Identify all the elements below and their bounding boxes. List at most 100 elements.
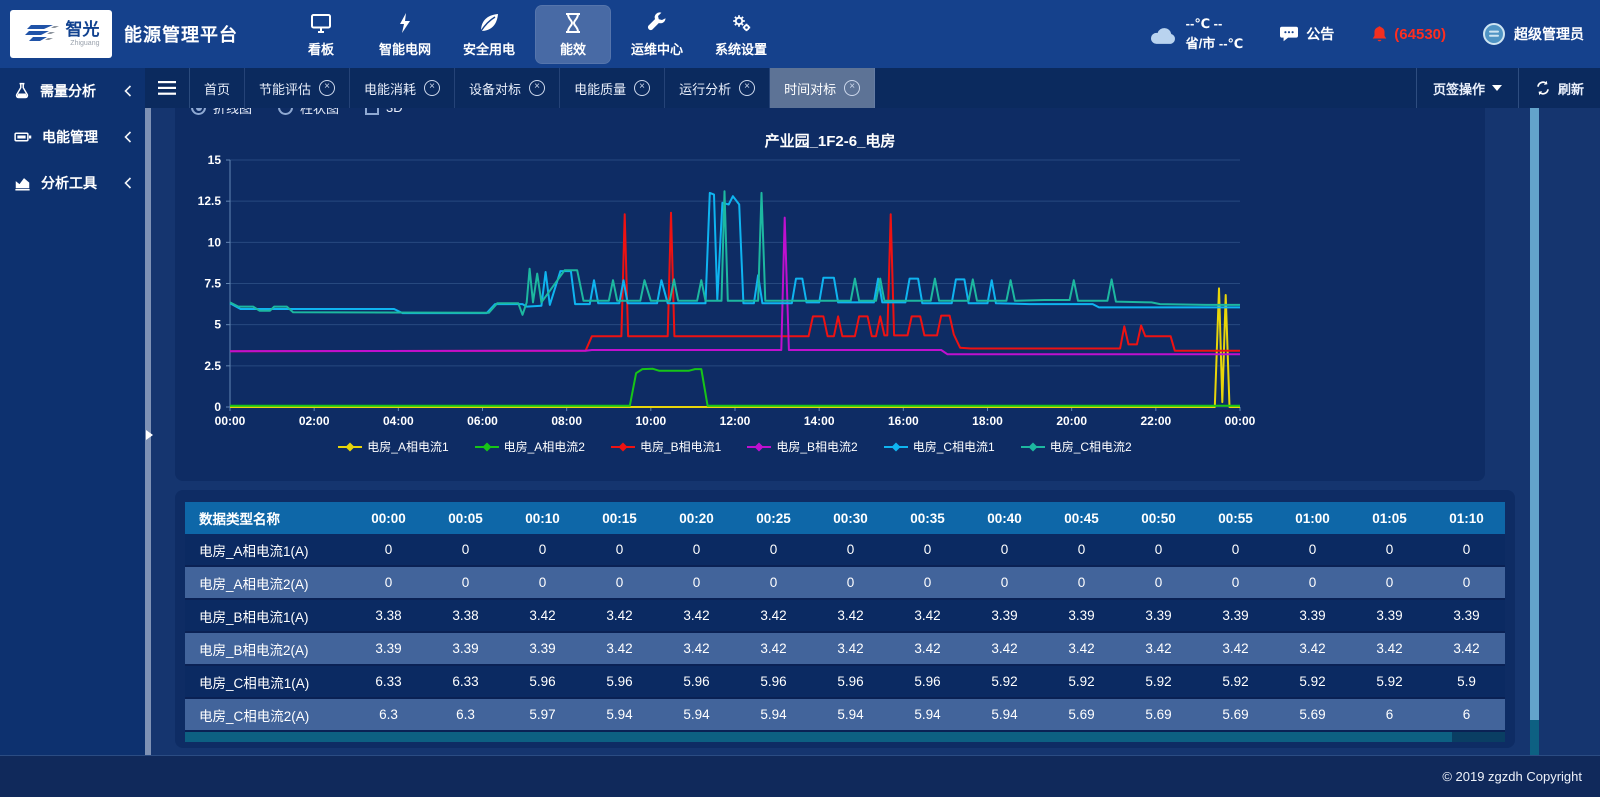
table-cell: 0 (427, 534, 504, 566)
table-cell: 5.94 (966, 698, 1043, 731)
svg-text:7.5: 7.5 (204, 277, 221, 291)
table-cell: 3.39 (1043, 599, 1120, 632)
hamburger-menu-icon[interactable] (145, 68, 190, 108)
leaf-icon (477, 11, 501, 35)
sidebar-item-power-management[interactable]: 电能管理 (0, 114, 145, 160)
svg-text:12.5: 12.5 (198, 194, 222, 208)
hourglass-icon (561, 11, 585, 35)
chevron-down-icon (1492, 85, 1502, 91)
table-cell: 6.33 (350, 665, 427, 698)
table-header-cell: 00:00 (350, 502, 427, 534)
legend-label: 电房_A相电流2 (504, 438, 585, 455)
chart-panel: 折线图 柱状图 3D 产业园_1F2-6_电房 02.557.51012.515… (175, 108, 1485, 481)
horizontal-scrollbar-thumb[interactable] (185, 732, 1452, 742)
main-nav: 看板 智能电网 安全用电 能效 (284, 6, 778, 63)
refresh-button[interactable]: 刷新 (1518, 68, 1600, 108)
nav-item-system-settings[interactable]: 系统设置 (704, 6, 778, 63)
table-header-cell: 01:10 (1428, 502, 1505, 534)
legend-marker-icon (611, 442, 635, 452)
svg-text:16:00: 16:00 (888, 414, 919, 428)
area-chart-icon (13, 174, 32, 192)
table-cell: 0 (735, 534, 812, 566)
row-label: 电房_A相电流2(A) (185, 566, 350, 599)
table-cell: 0 (966, 566, 1043, 599)
legend-item[interactable]: 电房_A相电流1 (338, 438, 448, 455)
user-name: 超级管理员 (1514, 24, 1584, 44)
vertical-scrollbar-thumb[interactable] (1530, 108, 1539, 720)
close-icon[interactable]: × (739, 80, 755, 96)
vertical-scrollbar[interactable] (1530, 108, 1539, 755)
collapse-arrow-icon[interactable] (146, 430, 153, 440)
svg-text:04:00: 04:00 (383, 414, 414, 428)
tab-operations-dropdown[interactable]: 页签操作 (1416, 68, 1518, 108)
tab-power-quality[interactable]: 电能质量 × (560, 68, 665, 108)
table-cell: 5.94 (889, 698, 966, 731)
legend-marker-icon (1021, 442, 1045, 452)
nav-item-energy-efficiency[interactable]: 能效 (536, 6, 610, 63)
table-cell: 0 (581, 566, 658, 599)
legend-item[interactable]: 电房_A相电流2 (475, 438, 585, 455)
close-icon[interactable]: × (319, 80, 335, 96)
tab-operation-analysis[interactable]: 运行分析 × (665, 68, 770, 108)
legend-marker-icon (475, 442, 499, 452)
legend-item[interactable]: 电房_C相电流1 (884, 438, 995, 455)
tab-home[interactable]: 首页 (190, 68, 245, 108)
sidebar-collapse-strip[interactable] (145, 108, 151, 755)
tab-energy-saving-eval[interactable]: 节能评估 × (245, 68, 350, 108)
legend-item[interactable]: 电房_B相电流1 (611, 438, 721, 455)
sidebar-item-demand-analysis[interactable]: 需量分析 (0, 68, 145, 114)
table-cell: 0 (504, 534, 581, 566)
announcement-button[interactable]: 公告 (1279, 24, 1334, 44)
tab-power-consumption[interactable]: 电能消耗 × (350, 68, 455, 108)
nav-item-ops-center[interactable]: 运维中心 (620, 6, 694, 63)
bell-icon (1370, 24, 1389, 45)
close-icon[interactable]: × (529, 80, 545, 96)
tabbar-actions: 页签操作 刷新 (1416, 68, 1600, 108)
legend-item[interactable]: 电房_B相电流2 (747, 438, 857, 455)
svg-text:02:00: 02:00 (299, 414, 330, 428)
alerts-button[interactable]: (64530) (1370, 24, 1446, 45)
legend-label: 电房_C相电流1 (913, 438, 995, 455)
table-cell: 0 (1197, 534, 1274, 566)
table-cell: 0 (1428, 566, 1505, 599)
radio-bar-chart[interactable]: 柱状图 (278, 108, 339, 117)
radio-line-chart[interactable]: 折线图 (191, 108, 252, 117)
legend-marker-icon (747, 442, 771, 452)
table-header-cell: 00:30 (812, 502, 889, 534)
nav-item-dashboard[interactable]: 看板 (284, 6, 358, 63)
chart-type-controls: 折线图 柱状图 3D (191, 108, 403, 117)
table-cell: 3.42 (658, 599, 735, 632)
table-cell: 6.33 (427, 665, 504, 698)
checkbox-3d[interactable]: 3D (365, 108, 403, 115)
avatar (1482, 22, 1506, 46)
table-cell: 3.39 (1197, 599, 1274, 632)
close-icon[interactable]: × (844, 80, 860, 96)
nav-item-smart-grid[interactable]: 智能电网 (368, 6, 442, 63)
horizontal-scrollbar[interactable] (185, 732, 1505, 742)
legend-item[interactable]: 电房_C相电流2 (1021, 438, 1132, 455)
table-cell: 5.69 (1274, 698, 1351, 731)
table-cell: 3.42 (812, 599, 889, 632)
sidebar-item-analysis-tools[interactable]: 分析工具 (0, 160, 145, 206)
legend-marker-icon (338, 442, 362, 452)
footer: © 2019 zgzdh Copyright (0, 755, 1600, 797)
nav-item-safe-power[interactable]: 安全用电 (452, 6, 526, 63)
table-cell: 3.42 (1120, 632, 1197, 665)
table-cell: 3.42 (581, 599, 658, 632)
close-icon[interactable]: × (634, 80, 650, 96)
table-cell: 3.39 (1274, 599, 1351, 632)
row-label: 电房_A相电流1(A) (185, 534, 350, 566)
table-header-cell: 01:05 (1351, 502, 1428, 534)
table-cell: 3.42 (889, 599, 966, 632)
brand-name: 智光 (66, 21, 100, 38)
legend-label: 电房_A相电流1 (367, 438, 448, 455)
line-chart: 02.557.51012.51500:0002:0004:0006:0008:0… (175, 150, 1485, 435)
table-cell: 3.42 (889, 632, 966, 665)
close-icon[interactable]: × (424, 80, 440, 96)
table-header-cell: 00:55 (1197, 502, 1274, 534)
legend-label: 电房_B相电流1 (640, 438, 721, 455)
user-menu[interactable]: 超级管理员 (1482, 22, 1584, 46)
tab-time-benchmark[interactable]: 时间对标 × (770, 68, 875, 108)
tab-device-benchmark[interactable]: 设备对标 × (455, 68, 560, 108)
table-header-cell: 00:45 (1043, 502, 1120, 534)
